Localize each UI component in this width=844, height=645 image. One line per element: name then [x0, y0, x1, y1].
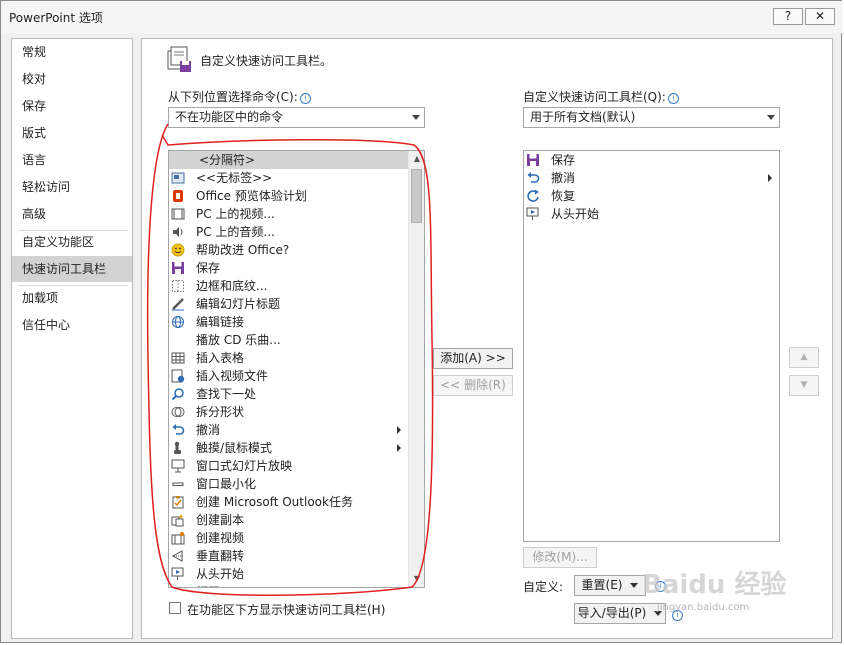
- nav-item-accessibility[interactable]: 轻松访问: [12, 174, 132, 200]
- help-button[interactable]: ?: [773, 8, 803, 25]
- nav-item-save[interactable]: 保存: [12, 93, 132, 119]
- nav-item-trust-center[interactable]: 信任中心: [12, 312, 132, 338]
- nav-item-advanced[interactable]: 高级: [12, 201, 132, 227]
- nav-item-language[interactable]: 语言: [12, 147, 132, 173]
- close-button[interactable]: ✕: [805, 8, 835, 25]
- options-dialog: PowerPoint 选项 ? ✕ 常规 校对 保存 版式 语言 轻松访问 高级…: [0, 0, 843, 643]
- nav-item-add-ins[interactable]: 加载项: [12, 285, 132, 311]
- nav-item-proofing[interactable]: 校对: [12, 66, 132, 92]
- nav-item-layout[interactable]: 版式: [12, 120, 132, 146]
- nav-item-general[interactable]: 常规: [12, 39, 132, 65]
- title-bar: PowerPoint 选项 ? ✕: [1, 1, 843, 33]
- main-panel: 自定义快速访问工具栏。 从下列位置选择命令(C): i 不在功能区中的命令 <分隔…: [141, 38, 833, 639]
- category-nav: 常规 校对 保存 版式 语言 轻松访问 高级 自定义功能区 快速访问工具栏 加载…: [11, 38, 133, 639]
- nav-item-quick-access-toolbar[interactable]: 快速访问工具栏: [12, 256, 132, 282]
- annotation-circle: [146, 123, 434, 596]
- window-title: PowerPoint 选项: [9, 11, 103, 25]
- nav-item-customize-ribbon[interactable]: 自定义功能区: [12, 229, 132, 255]
